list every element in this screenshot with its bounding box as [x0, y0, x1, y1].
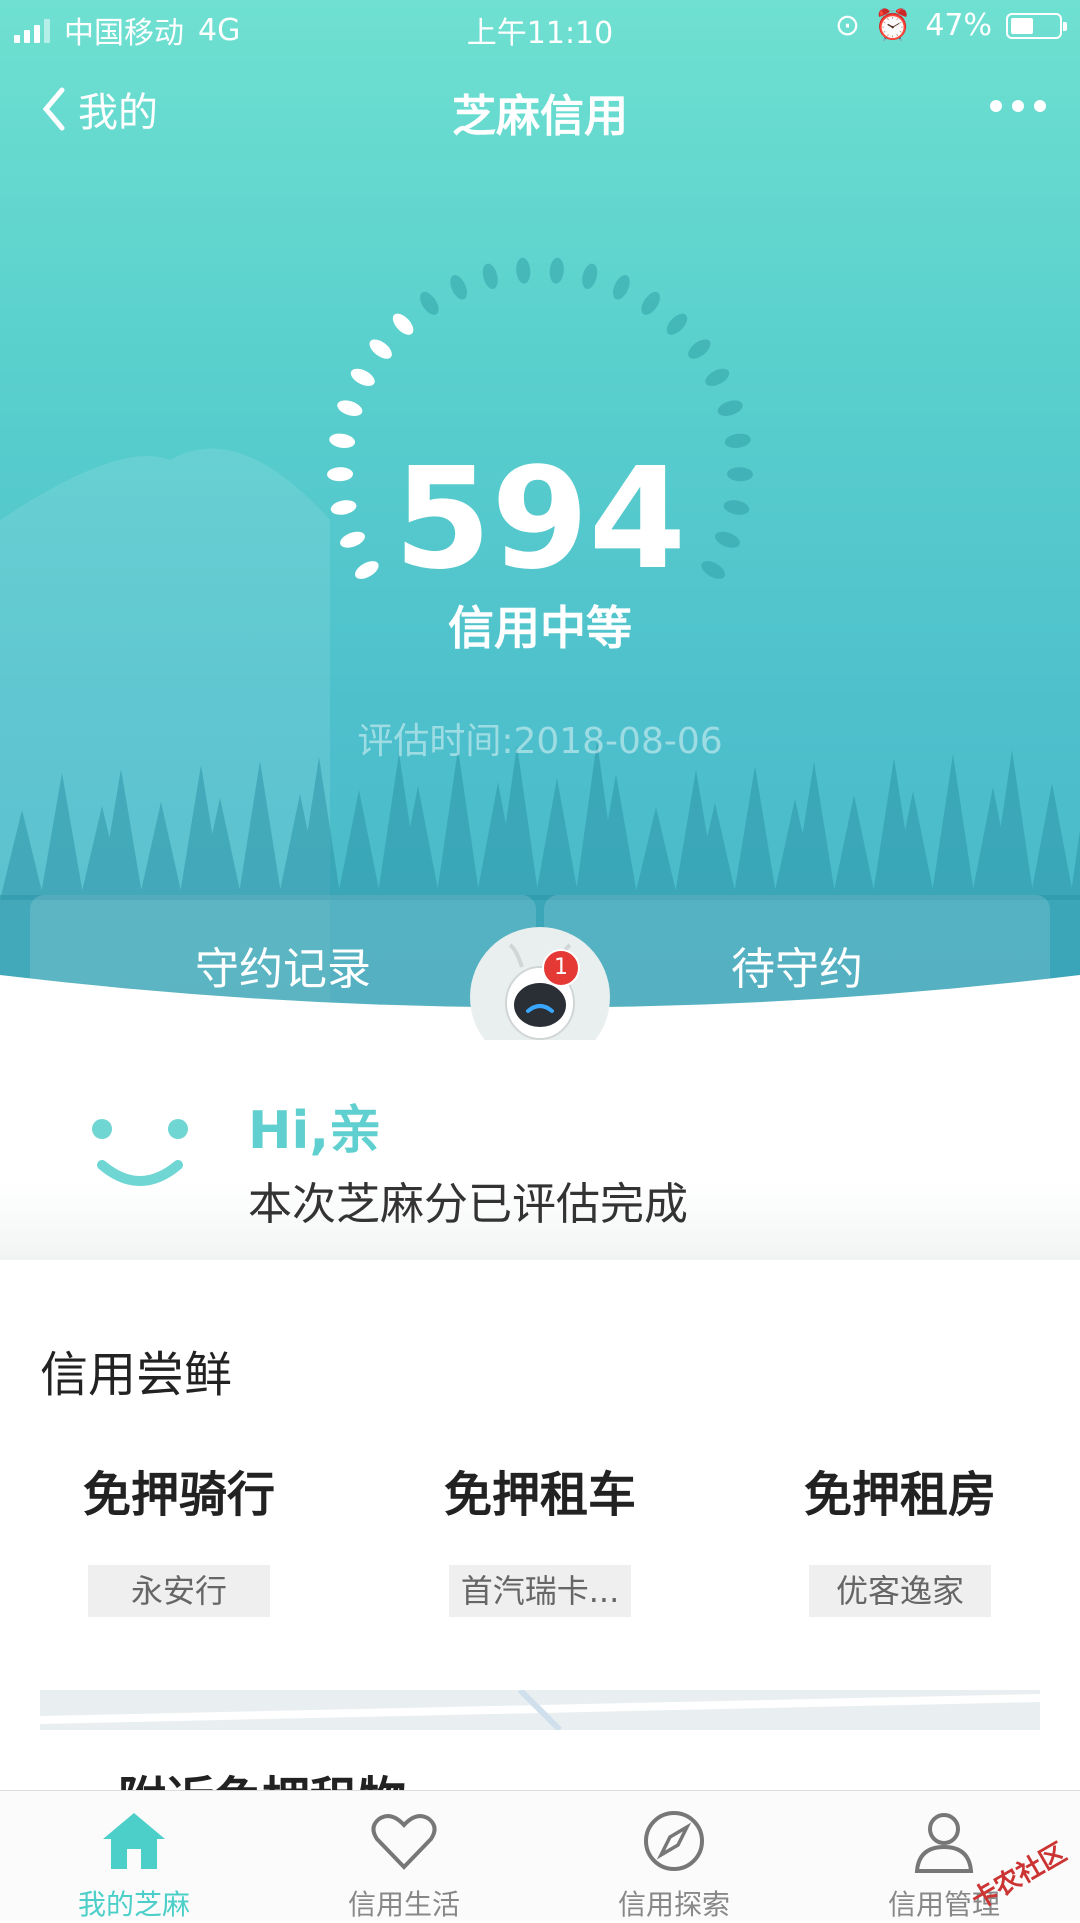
greeting-message: 本次芝麻分已评估完成 [248, 1179, 688, 1230]
deposit-free-item[interactable]: 免押租车 首汽瑞卡... [415, 1455, 665, 1617]
dial-dot [369, 339, 392, 359]
dial-dot [717, 400, 743, 416]
tab-my-zhima[interactable]: 我的芝麻 [34, 1809, 234, 1923]
item-name: 免押租房 [803, 1467, 996, 1523]
dial-dot [482, 263, 498, 289]
dial-dot [392, 313, 414, 335]
dial-dot [337, 400, 363, 416]
item-tag: 优客逸家 [809, 1565, 991, 1617]
section-title: 信用尝鲜 [40, 1347, 233, 1403]
tab-label: 信用探索 [617, 1888, 730, 1921]
dial-dot [516, 257, 531, 284]
dial-dot [688, 339, 711, 359]
compass-icon [644, 1811, 704, 1871]
nearby-rental-card[interactable]: 附近免押租物 [40, 1690, 1040, 1800]
deposit-free-item[interactable]: 免押骑行 永安行 [54, 1455, 304, 1617]
greeting-card: Hi,亲 本次芝麻分已评估完成 [0, 1040, 1080, 1260]
credit-hero: 中国移动 4G 上午11:10 ⊙ ⏰ 47% 我的 芝麻信用 594 信用中等… [0, 0, 1080, 1010]
dial-dot [705, 368, 730, 386]
evaluation-time: 评估时间:2018-08-06 [357, 721, 723, 762]
tab-bar: 我的芝麻 信用生活 信用探索 信用管理 卡农社区 [0, 1790, 1080, 1921]
tab-label: 信用生活 [347, 1888, 460, 1921]
dial-dot [613, 275, 630, 300]
dial-dot [350, 368, 375, 386]
deposit-free-item[interactable]: 免押租房 优客逸家 [775, 1455, 1025, 1617]
item-name: 免押骑行 [82, 1467, 275, 1523]
person-icon [914, 1813, 974, 1873]
tab-credit-explore[interactable]: 信用探索 [574, 1809, 774, 1923]
home-icon [103, 1813, 165, 1869]
item-tag: 永安行 [88, 1565, 270, 1617]
notification-badge: 1 [542, 949, 580, 987]
dial-dot [666, 313, 688, 335]
map-roads [40, 1690, 1040, 1730]
greeting-title: Hi,亲 [248, 1101, 382, 1161]
item-name: 免押租车 [443, 1467, 636, 1523]
item-tag: 首汽瑞卡... [449, 1565, 631, 1617]
dial-dot [641, 291, 660, 315]
dial-dot [450, 275, 467, 300]
credit-level: 信用中等 [448, 601, 632, 655]
tab-credit-life[interactable]: 信用生活 [304, 1809, 504, 1923]
heart-icon [371, 1814, 437, 1870]
tab-label: 我的芝麻 [77, 1888, 190, 1921]
dial-dot [420, 291, 439, 315]
dial-dot [549, 257, 564, 284]
dial-dot [582, 263, 598, 289]
credit-score: 594 [393, 438, 687, 601]
smile-icon [92, 1119, 188, 1186]
